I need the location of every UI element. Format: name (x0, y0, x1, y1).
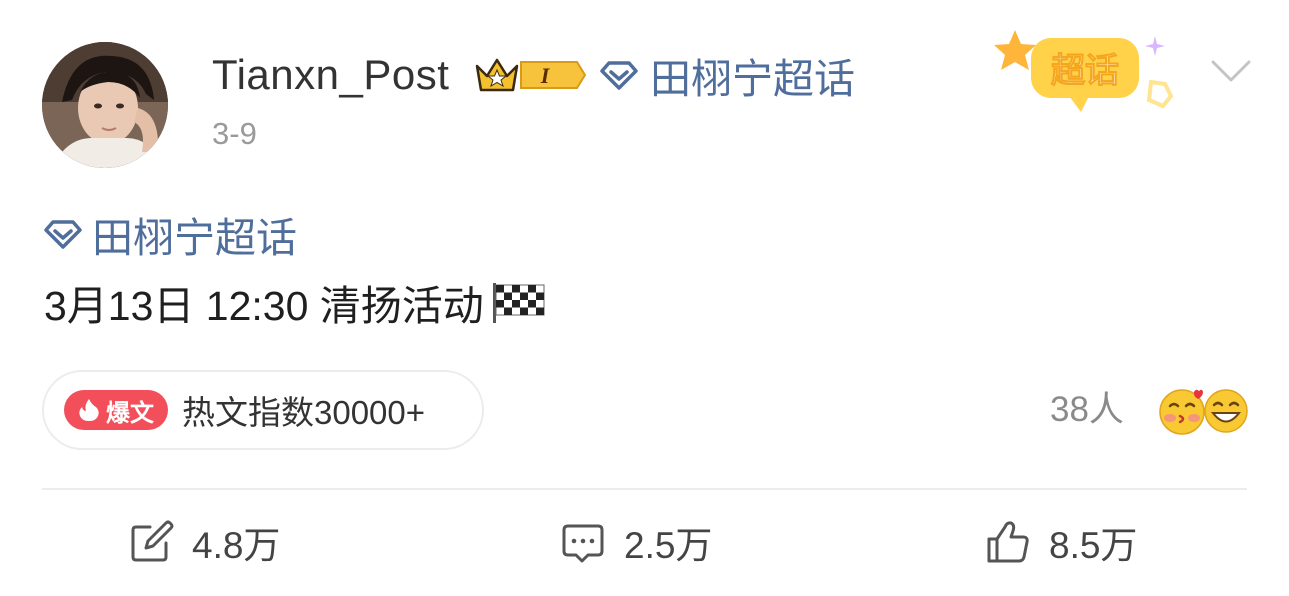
post-text: 3月13日 12:30 清扬活动 (44, 276, 546, 329)
reaction-emojis[interactable] (1156, 386, 1252, 436)
divider (42, 488, 1247, 490)
chaohua-badge-label: 超话 (1051, 51, 1119, 91)
reaction-count[interactable]: 38人 (1050, 386, 1124, 434)
vip-crown-badge[interactable]: I (473, 54, 587, 96)
chevron-down-icon[interactable] (1208, 56, 1254, 86)
chaohua-sticker-badge[interactable]: 超话 (985, 26, 1185, 126)
hot-index-text: 热文指数30000+ (182, 394, 426, 431)
topic-inline-label: 田栩宁超话 (650, 56, 855, 102)
like-button[interactable]: 8.5万 (985, 515, 1137, 569)
post-date: 3-9 (212, 116, 257, 151)
topic-link[interactable]: 田栩宁超话 (44, 208, 297, 261)
grin-emoji-icon (1204, 389, 1248, 433)
hot-tag-label: 爆文 (106, 399, 154, 427)
hot-article-pill[interactable]: 爆文 热文指数30000+ (42, 370, 484, 450)
diamond-icon (44, 220, 82, 249)
comment-icon (562, 524, 604, 563)
repost-count: 4.8万 (192, 525, 281, 566)
comment-count: 2.5万 (624, 525, 713, 566)
avatar[interactable] (42, 42, 168, 168)
topic-label: 田栩宁超话 (92, 215, 297, 261)
diamond-icon (600, 61, 638, 90)
comment-button[interactable]: 2.5万 (560, 515, 712, 569)
repost-icon (131, 520, 174, 562)
love-kiss-emoji-icon (1159, 389, 1205, 435)
fire-icon (79, 399, 99, 421)
vip-level-label: I (540, 63, 551, 88)
like-count: 8.5万 (1049, 525, 1138, 566)
checkered-flag-icon (492, 283, 545, 323)
username[interactable]: Tianxn_Post (212, 50, 449, 100)
post-text-content: 3月13日 12:30 清扬活动 (44, 283, 484, 329)
hot-article-tag: 爆文 (64, 390, 168, 430)
topic-link-header[interactable]: 田栩宁超话 (600, 50, 855, 102)
thumbs-up-icon (987, 521, 1029, 563)
repost-button[interactable]: 4.8万 (128, 515, 280, 569)
